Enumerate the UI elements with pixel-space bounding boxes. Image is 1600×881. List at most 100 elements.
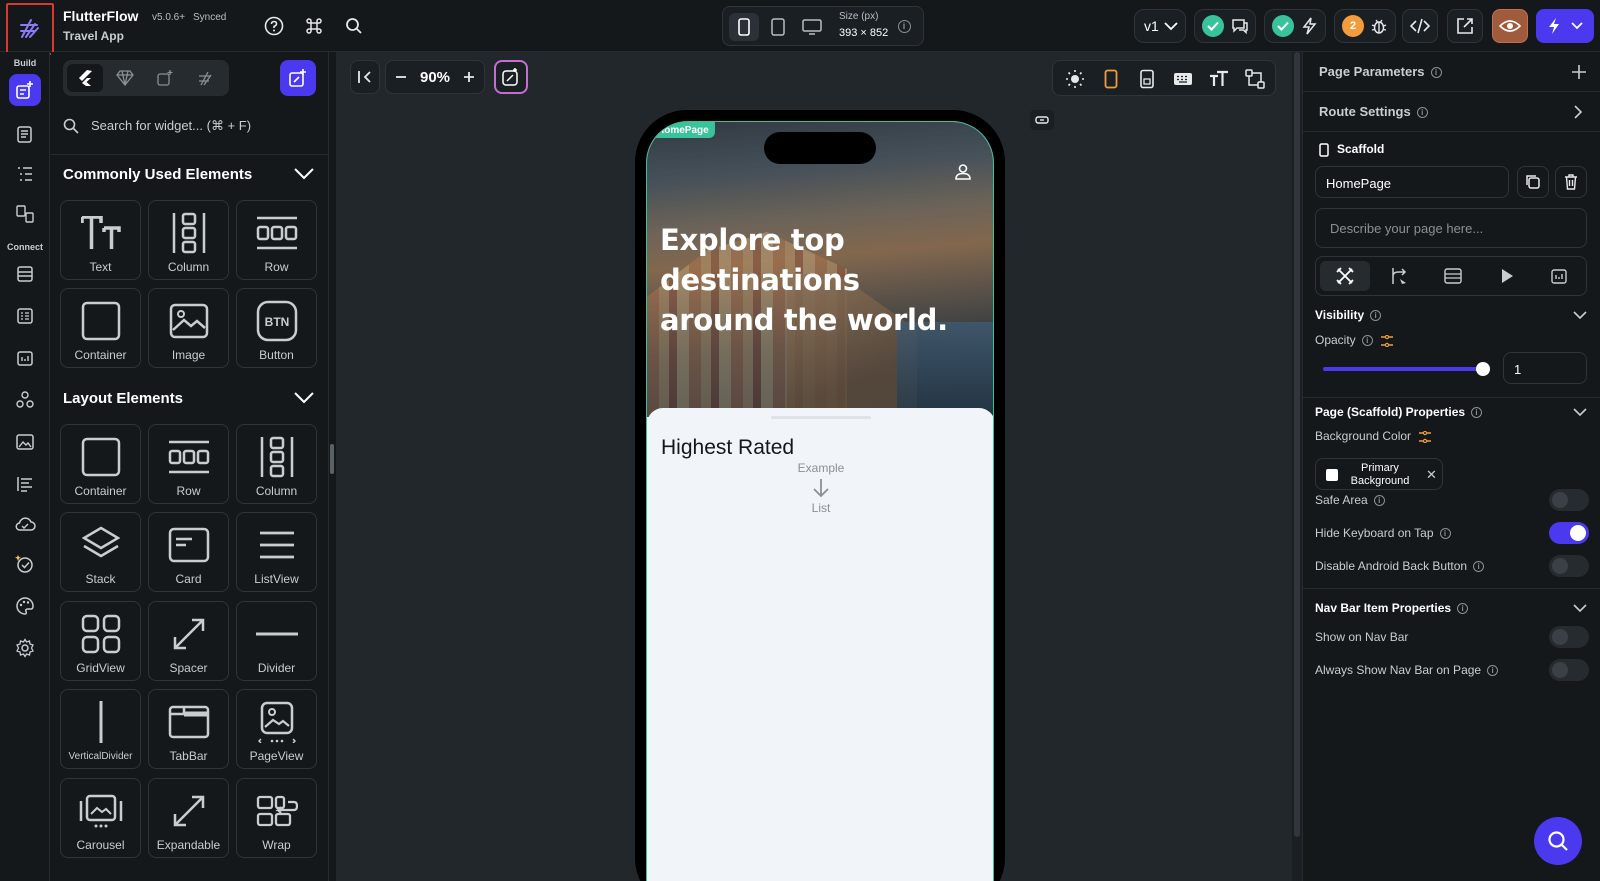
collapse-panel-button[interactable] (350, 60, 380, 94)
preview-button[interactable] (1492, 9, 1528, 43)
page-selector-button[interactable] (9, 118, 41, 150)
page-name-field[interactable]: HomePage (1315, 166, 1509, 198)
info-icon[interactable]: i (1370, 310, 1382, 322)
page-name-input[interactable]: HomePage (1326, 176, 1391, 191)
widget-tile-listview[interactable]: ListView (236, 512, 317, 592)
widget-tile-wrap[interactable]: Wrap (236, 778, 317, 858)
info-icon[interactable]: i (1471, 407, 1483, 419)
safe-area-toggle[interactable] (1549, 489, 1589, 511)
tab-premium-widgets[interactable] (107, 64, 143, 92)
device-frame-button[interactable] (1135, 67, 1159, 91)
widget-tile-row[interactable]: Row (236, 200, 317, 280)
opacity-input[interactable]: 1 (1514, 362, 1521, 377)
always-show-nav-toggle[interactable] (1549, 659, 1589, 681)
chevron-down-icon[interactable] (1573, 601, 1587, 615)
section-title[interactable]: Highest Rated (661, 436, 794, 460)
widget-tile-stack[interactable]: Stack (60, 512, 141, 592)
phone-screen[interactable]: HomePage Explore top destinations around… (646, 121, 994, 881)
widget-tile-text[interactable]: Text (60, 200, 141, 280)
phone-device-button[interactable] (729, 13, 759, 41)
widget-tile-verticaldivider[interactable]: VerticalDivider (60, 689, 141, 769)
tests-button[interactable] (9, 548, 41, 580)
widget-tile-expandable[interactable]: Expandable (148, 778, 229, 858)
ai-gen-button[interactable] (494, 60, 528, 94)
media-assets-button[interactable] (9, 426, 41, 458)
page-parameters-header[interactable]: Page Parameters i (1303, 52, 1600, 92)
widget-tile-container[interactable]: Container (60, 424, 141, 504)
chevron-down-icon[interactable] (1573, 308, 1587, 322)
desktop-device-button[interactable] (797, 13, 827, 41)
tab-components[interactable] (147, 64, 183, 92)
widget-tile-image[interactable]: Image (148, 288, 229, 368)
widget-tree-button[interactable] (9, 158, 41, 190)
example-list-placeholder[interactable]: Example List (781, 460, 861, 516)
tab-backend-query[interactable] (1428, 261, 1478, 291)
size-value[interactable]: 393 × 852 (839, 27, 888, 39)
variable-icon[interactable] (1418, 430, 1432, 444)
chevron-down-icon[interactable] (292, 162, 316, 186)
widget-search-input[interactable]: Search for widget... (⌘ + F) (91, 118, 251, 134)
opacity-slider-thumb[interactable] (1476, 362, 1490, 376)
storyboard-button[interactable] (9, 198, 41, 230)
delete-page-button[interactable] (1555, 166, 1587, 198)
widget-tile-spacer[interactable]: Spacer (148, 601, 229, 681)
user-icon[interactable] (953, 162, 973, 182)
info-icon[interactable]: i (1487, 665, 1499, 677)
search-icon[interactable] (342, 14, 366, 38)
tab-state[interactable] (1534, 261, 1584, 291)
cloud-functions-button[interactable] (9, 508, 41, 540)
tab-properties[interactable] (1320, 261, 1370, 291)
info-icon[interactable]: i (1373, 495, 1385, 507)
build-status[interactable] (1264, 9, 1326, 43)
widget-tile-container[interactable]: Container (60, 288, 141, 368)
open-new-tab-button[interactable] (1447, 9, 1483, 43)
tablet-device-button[interactable] (763, 13, 793, 41)
canvas-scrollbar[interactable] (1292, 52, 1302, 881)
run-button[interactable] (1536, 9, 1594, 43)
info-icon[interactable]: i (1457, 603, 1469, 615)
canvas-scroll-thumb[interactable] (1294, 52, 1300, 837)
tab-actions[interactable] (1374, 261, 1424, 291)
theme-settings-button[interactable] (9, 590, 41, 622)
hide-keyboard-toggle[interactable] (1549, 522, 1589, 544)
route-settings-header[interactable]: Route Settings i (1303, 92, 1600, 132)
data-types-button[interactable] (9, 258, 41, 290)
custom-code-button[interactable] (9, 384, 41, 416)
widget-tile-row[interactable]: Row (148, 424, 229, 504)
text-scale-button[interactable] (1207, 67, 1231, 91)
app-state-button[interactable] (9, 342, 41, 374)
zoom-value[interactable]: 90% (420, 69, 450, 86)
canvas-settings-button[interactable] (1243, 67, 1267, 91)
widget-tile-divider[interactable]: Divider (236, 601, 317, 681)
info-icon[interactable]: i (1416, 107, 1428, 119)
info-icon[interactable]: i (1361, 335, 1373, 347)
portrait-button[interactable] (1099, 67, 1123, 91)
widget-tile-pageview[interactable]: PageView (236, 689, 317, 769)
tab-library[interactable] (187, 64, 223, 92)
zoom-out-icon[interactable] (394, 70, 408, 84)
hero-title[interactable]: Explore top destinations around the worl… (660, 220, 980, 340)
tab-flutter-widgets[interactable] (67, 64, 103, 92)
help-search-button[interactable] (1534, 817, 1582, 865)
tab-animations[interactable] (1482, 261, 1532, 291)
close-icon[interactable]: ✕ (1426, 467, 1437, 483)
add-widget-button[interactable] (280, 60, 316, 96)
scroll-thumb[interactable] (330, 444, 334, 474)
flutterflow-logo-button[interactable] (6, 3, 54, 55)
page-description-field[interactable]: Describe your page here... (1315, 208, 1587, 248)
keyboard-button[interactable] (1171, 67, 1195, 91)
widget-palette-button[interactable] (9, 74, 41, 106)
plus-icon[interactable] (1571, 64, 1587, 80)
info-icon[interactable]: i (1439, 528, 1451, 540)
variable-icon[interactable] (1380, 334, 1394, 348)
widget-overlay-toggle[interactable] (1030, 110, 1054, 130)
content-sheet[interactable]: Highest Rated Example List (647, 408, 993, 881)
widget-tile-column[interactable]: Column (148, 200, 229, 280)
settings-button[interactable] (9, 632, 41, 664)
widget-tile-tabbar[interactable]: TabBar (148, 689, 229, 769)
comments-status[interactable] (1194, 9, 1256, 43)
code-view-button[interactable] (1402, 9, 1438, 43)
api-calls-button[interactable] (9, 300, 41, 332)
version-select[interactable]: v1 (1134, 9, 1186, 43)
duplicate-page-button[interactable] (1517, 166, 1549, 198)
